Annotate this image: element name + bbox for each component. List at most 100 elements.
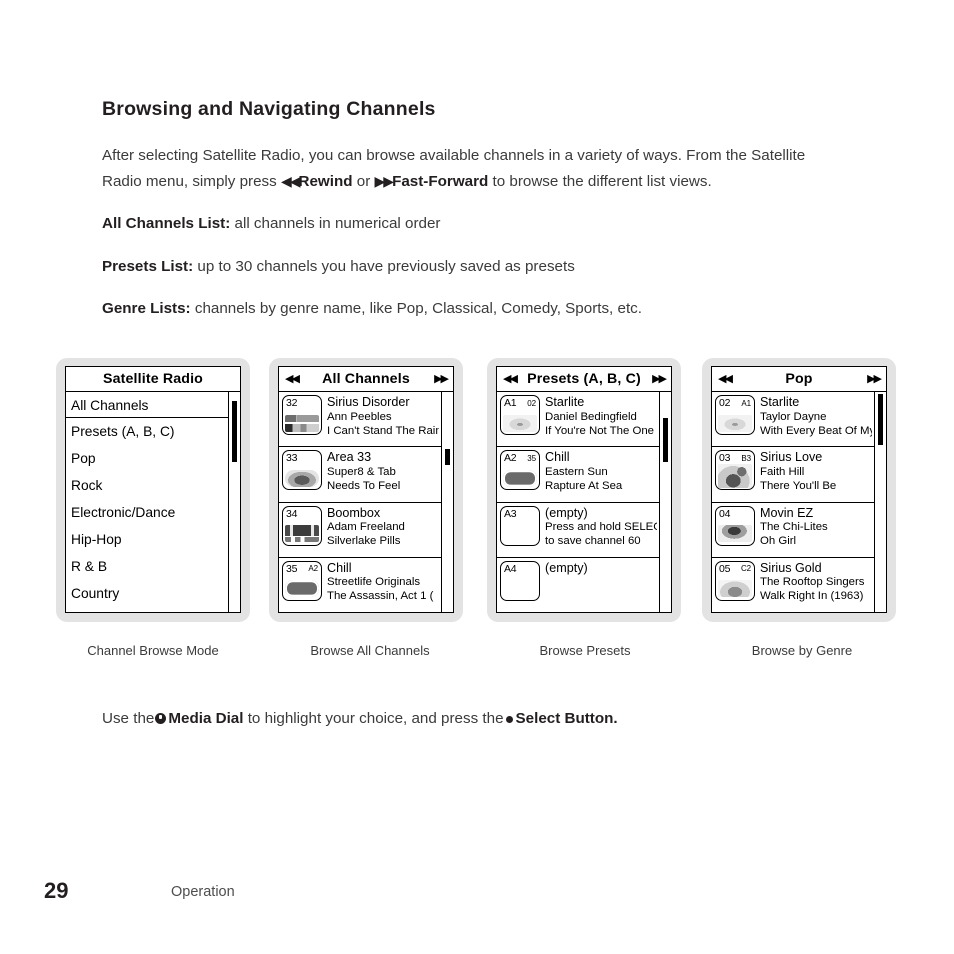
scrollbar[interactable] xyxy=(442,392,453,612)
empty-label: (empty) xyxy=(545,505,588,520)
preset-tag: C2 xyxy=(740,564,751,574)
preset-row[interactable]: A2 35 Chill Eastern Sun Rapture At Sea xyxy=(497,447,659,503)
album-art-empty: A4 xyxy=(500,560,540,601)
lcd-title-bar: Satellite Radio xyxy=(66,367,240,392)
album-art: 02 A1 xyxy=(715,395,755,435)
channel-list: 32 Sirius Disorder Ann Peebles I Can't S… xyxy=(279,392,442,612)
track-title: Needs To Feel xyxy=(327,479,401,492)
preset-tag: A2 xyxy=(308,564,318,574)
scrollbar[interactable] xyxy=(660,392,671,612)
hint-line-1: Press and hold SELECT xyxy=(545,521,657,534)
scrollbar-thumb[interactable] xyxy=(445,449,450,465)
preset-slot: A1 xyxy=(504,397,517,409)
definition-genre: Genre Lists: channels by genre name, lik… xyxy=(102,296,842,322)
manual-page: Browsing and Navigating Channels After s… xyxy=(0,0,954,954)
channel-logo-icon xyxy=(503,469,537,487)
channel-number: 04 xyxy=(719,507,731,520)
scrollbar[interactable] xyxy=(229,392,240,612)
channel-row[interactable]: 32 Sirius Disorder Ann Peebles I Can't S… xyxy=(279,392,441,448)
channel-row[interactable]: 35 A2 Chill Streetlife Originals The Ass… xyxy=(279,558,441,612)
menu-item-electronic-dance[interactable]: Electronic/Dance xyxy=(66,499,228,526)
channel-row[interactable]: 04 Movin EZ The Chi-Lites Oh Girl xyxy=(712,503,874,558)
artist-name: Ann Peebles xyxy=(327,410,392,423)
lcd-title-bar: ◀◀ Presets (A, B, C) ▶▶ xyxy=(497,367,671,392)
scrollbar-thumb[interactable] xyxy=(663,418,668,463)
page-title: Browsing and Navigating Channels xyxy=(102,98,436,120)
channel-row[interactable]: 03 B3 Sirius Love Faith Hill There You'l… xyxy=(712,447,874,503)
scrollbar-thumb[interactable] xyxy=(878,394,883,445)
channel-logo-icon xyxy=(718,464,752,489)
artist-name: Daniel Bedingfield xyxy=(545,410,637,423)
channel-row[interactable]: 02 A1 Starlite Taylor Dayne With Every B… xyxy=(712,392,874,448)
lcd-title-text: Pop xyxy=(785,371,813,387)
rewind-label: Rewind xyxy=(298,172,353,190)
channel-row[interactable]: 05 C2 Sirius Gold The Rooftop Singers Wa… xyxy=(712,558,874,612)
device-browse-presets: ◀◀ Presets (A, B, C) ▶▶ A1 02 Starlite D… xyxy=(487,358,681,622)
definition-presets: Presets List: up to 30 channels you have… xyxy=(102,254,842,280)
menu-item-hip-hop[interactable]: Hip-Hop xyxy=(66,526,228,553)
album-art: 03 B3 xyxy=(715,450,755,491)
media-dial-icon xyxy=(155,713,167,724)
caption-browse-all-channels: Browse All Channels xyxy=(310,643,430,658)
instruction-period: . xyxy=(613,710,618,727)
channel-number: 02 xyxy=(527,398,536,408)
menu-item-r-and-b[interactable]: R & B xyxy=(66,553,228,580)
channel-row[interactable]: 34 Boombox Adam Freeland Silverlake Pill… xyxy=(279,503,441,558)
genre-channel-list: 02 A1 Starlite Taylor Dayne With Every B… xyxy=(712,392,875,612)
lcd-title-bar: ◀◀ All Channels ▶▶ xyxy=(279,367,453,392)
next-list-icon[interactable]: ▶▶ xyxy=(862,373,882,385)
channel-logo-icon xyxy=(285,414,319,432)
caption-browse-by-genre: Browse by Genre xyxy=(751,643,853,658)
instruction-line: Use the Media Dial to highlight your choi… xyxy=(102,708,618,730)
album-art: 35 A2 xyxy=(282,560,322,601)
caption-browse-presets: Browse Presets xyxy=(539,643,631,658)
lcd-title-text: All Channels xyxy=(322,371,410,387)
track-title: If You're Not The One xyxy=(545,424,654,437)
prev-list-icon[interactable]: ◀◀ xyxy=(503,373,521,385)
artist-name: Taylor Dayne xyxy=(760,410,827,423)
scrollbar[interactable] xyxy=(875,392,886,612)
channel-text: Movin EZ The Chi-Lites Oh Girl xyxy=(760,506,872,549)
album-art: 32 xyxy=(282,395,322,435)
menu-item-country[interactable]: Country xyxy=(66,580,228,607)
track-title: I Can't Stand The Rain xyxy=(327,424,439,437)
album-art: A1 02 xyxy=(500,395,540,435)
channel-number: 35 xyxy=(527,453,536,463)
menu-item-all-channels[interactable]: All Channels xyxy=(66,391,228,418)
definition-term: Presets List: xyxy=(102,257,194,275)
lcd-screen: ◀◀ All Channels ▶▶ 32 Sirius Disorder An… xyxy=(278,366,454,613)
preset-row[interactable]: A3 (empty) Press and hold SELECT to save… xyxy=(497,503,659,558)
track-title: The Assassin, Act 1 ( xyxy=(327,590,434,603)
channel-number: 32 xyxy=(286,397,298,409)
device-browse-all-channels: ◀◀ All Channels ▶▶ 32 Sirius Disorder An… xyxy=(269,358,463,622)
next-list-icon[interactable]: ▶▶ xyxy=(647,373,667,385)
channel-text: Sirius Disorder Ann Peebles I Can't Stan… xyxy=(327,395,439,438)
intro-paragraph: After selecting Satellite Radio, you can… xyxy=(102,143,842,194)
prev-list-icon[interactable]: ◀◀ xyxy=(718,373,736,385)
channel-text: Starlite Daniel Bedingfield If You're No… xyxy=(545,395,657,438)
preset-row[interactable]: A4 (empty) xyxy=(497,558,659,612)
lcd-screen: ◀◀ Pop ▶▶ 02 A1 Starlite Taylor Dayne Wi… xyxy=(711,366,887,613)
device-screens-row: Satellite Radio All Channels Presets (A,… xyxy=(0,358,954,626)
channel-text: (empty) Press and hold SELECT to save ch… xyxy=(545,506,657,549)
preset-slot: A4 xyxy=(504,562,517,575)
page-number: 29 xyxy=(44,878,69,903)
definition-desc: up to 30 channels you have previously sa… xyxy=(197,257,575,275)
channel-logo-icon xyxy=(503,414,537,432)
menu-item-rock[interactable]: Rock xyxy=(66,472,228,499)
preset-row[interactable]: A1 02 Starlite Daniel Bedingfield If You… xyxy=(497,392,659,448)
lcd-body: 32 Sirius Disorder Ann Peebles I Can't S… xyxy=(279,392,453,612)
scrollbar-thumb[interactable] xyxy=(232,400,237,463)
prev-list-icon[interactable]: ◀◀ xyxy=(285,373,303,385)
media-dial-label: Media Dial xyxy=(168,710,244,727)
menu-item-pop[interactable]: Pop xyxy=(66,445,228,472)
next-list-icon[interactable]: ▶▶ xyxy=(429,373,449,385)
channel-row[interactable]: 33 Area 33 Super8 & Tab Needs To Feel xyxy=(279,447,441,503)
menu-item-presets[interactable]: Presets (A, B, C) xyxy=(66,418,228,445)
track-title: Oh Girl xyxy=(760,535,797,548)
artist-name: Eastern Sun xyxy=(545,465,608,478)
channel-name: Movin EZ xyxy=(760,505,814,520)
empty-label: (empty) xyxy=(545,560,588,575)
artist-name: Streetlife Originals xyxy=(327,576,421,589)
definition-term: All Channels List: xyxy=(102,215,231,232)
